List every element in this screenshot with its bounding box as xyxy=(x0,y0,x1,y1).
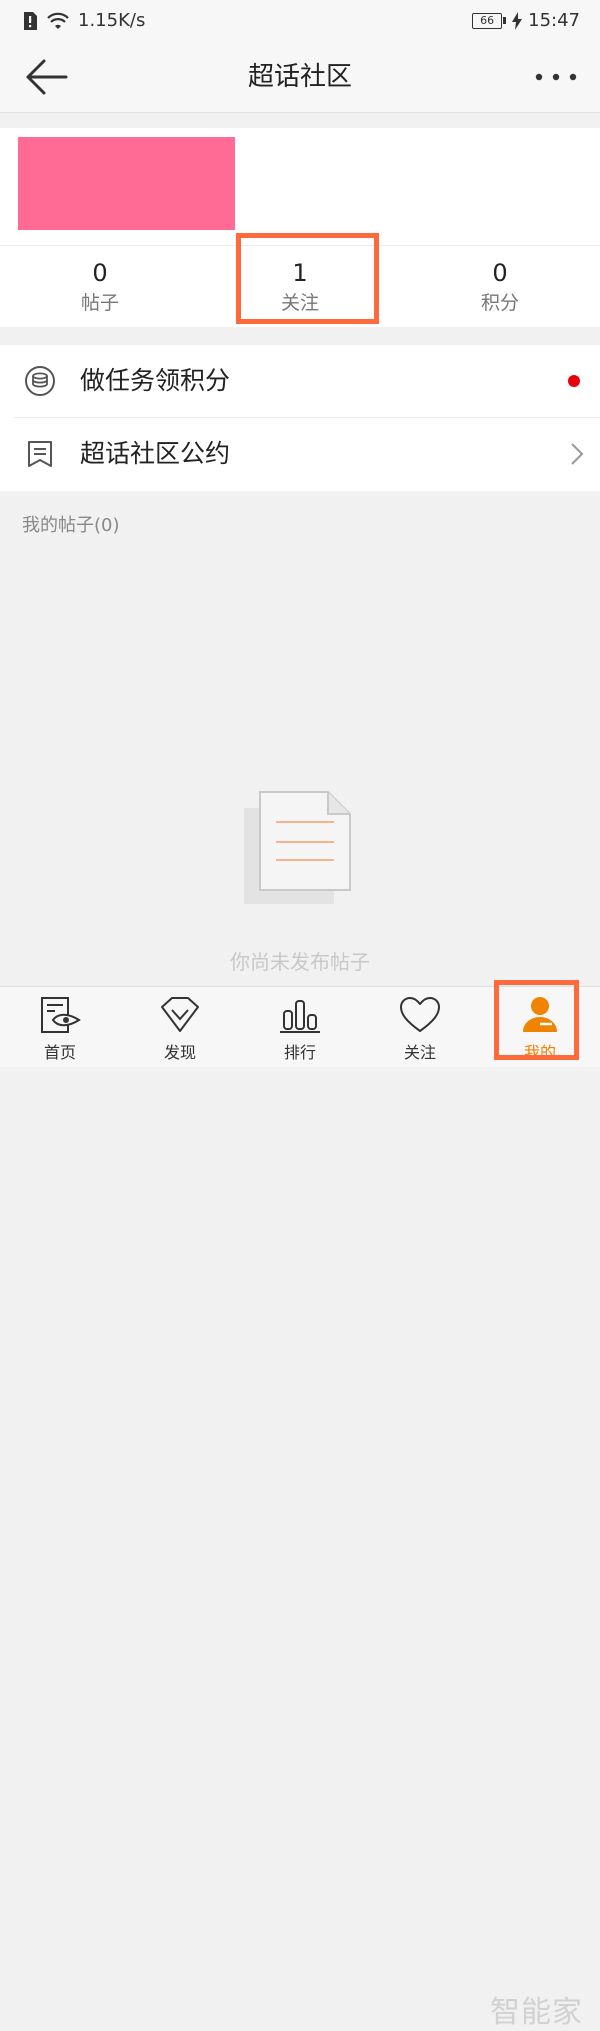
battery-icon: 66 xyxy=(472,12,507,29)
posts-section-header: 我的帖子(0) xyxy=(22,515,120,536)
empty-document-icon xyxy=(244,791,351,904)
highlight-box-me-tab xyxy=(494,980,579,1060)
network-speed: 1.15K/s xyxy=(78,10,146,31)
menu-item-rules-label: 超话社区公约 xyxy=(80,439,231,468)
status-right: 66 15:47 xyxy=(472,10,580,31)
avatar[interactable] xyxy=(18,137,235,230)
tab-following[interactable]: 关注 xyxy=(360,987,480,1067)
heart-icon xyxy=(400,997,440,1032)
highlight-box-following xyxy=(236,233,379,324)
tab-discover-label: 发现 xyxy=(163,1043,196,1062)
menu-item-tasks-label: 做任务领积分 xyxy=(80,366,231,395)
watermark: 智能家 xyxy=(490,1995,583,2030)
status-bar: 1.15K/s 66 15:47 xyxy=(0,0,600,42)
tab-following-label: 关注 xyxy=(403,1043,436,1062)
tab-ranking-label: 排行 xyxy=(283,1043,316,1062)
chevron-right-icon xyxy=(571,443,584,465)
bookmark-doc-icon xyxy=(28,441,52,467)
home-eye-icon xyxy=(41,997,81,1033)
stat-points-value: 0 xyxy=(492,259,508,287)
tab-home-label: 首页 xyxy=(43,1043,76,1062)
bar-chart-icon xyxy=(280,1000,320,1033)
wifi-icon xyxy=(47,12,69,29)
tab-ranking[interactable]: 排行 xyxy=(240,987,360,1067)
notification-dot xyxy=(568,375,580,387)
stat-posts[interactable]: 0 帖子 xyxy=(0,246,200,326)
sim-alert-icon xyxy=(24,11,37,30)
menu-item-tasks[interactable]: 做任务领积分 xyxy=(0,345,600,418)
battery-level: 66 xyxy=(472,12,503,29)
menu-item-rules[interactable]: 超话社区公约 xyxy=(0,418,600,490)
stat-posts-label: 帖子 xyxy=(80,292,119,314)
stat-points[interactable]: 0 积分 xyxy=(400,246,600,326)
stat-posts-value: 0 xyxy=(92,259,108,287)
nav-bar: 超话社区 xyxy=(0,42,600,113)
page-title: 超话社区 xyxy=(247,62,352,92)
coin-stack-icon xyxy=(25,366,55,396)
charging-bolt-icon xyxy=(512,11,523,30)
menu-list: 做任务领积分 超话社区公约 xyxy=(0,345,600,491)
tab-home[interactable]: 首页 xyxy=(0,987,120,1067)
status-left: 1.15K/s xyxy=(22,10,145,31)
clock: 15:47 xyxy=(528,10,580,31)
more-dots-icon[interactable] xyxy=(534,64,578,90)
empty-state-text: 你尚未发布帖子 xyxy=(230,950,370,974)
diamond-icon xyxy=(161,997,199,1032)
tab-discover[interactable]: 发现 xyxy=(120,987,240,1067)
stat-points-label: 积分 xyxy=(480,292,519,314)
